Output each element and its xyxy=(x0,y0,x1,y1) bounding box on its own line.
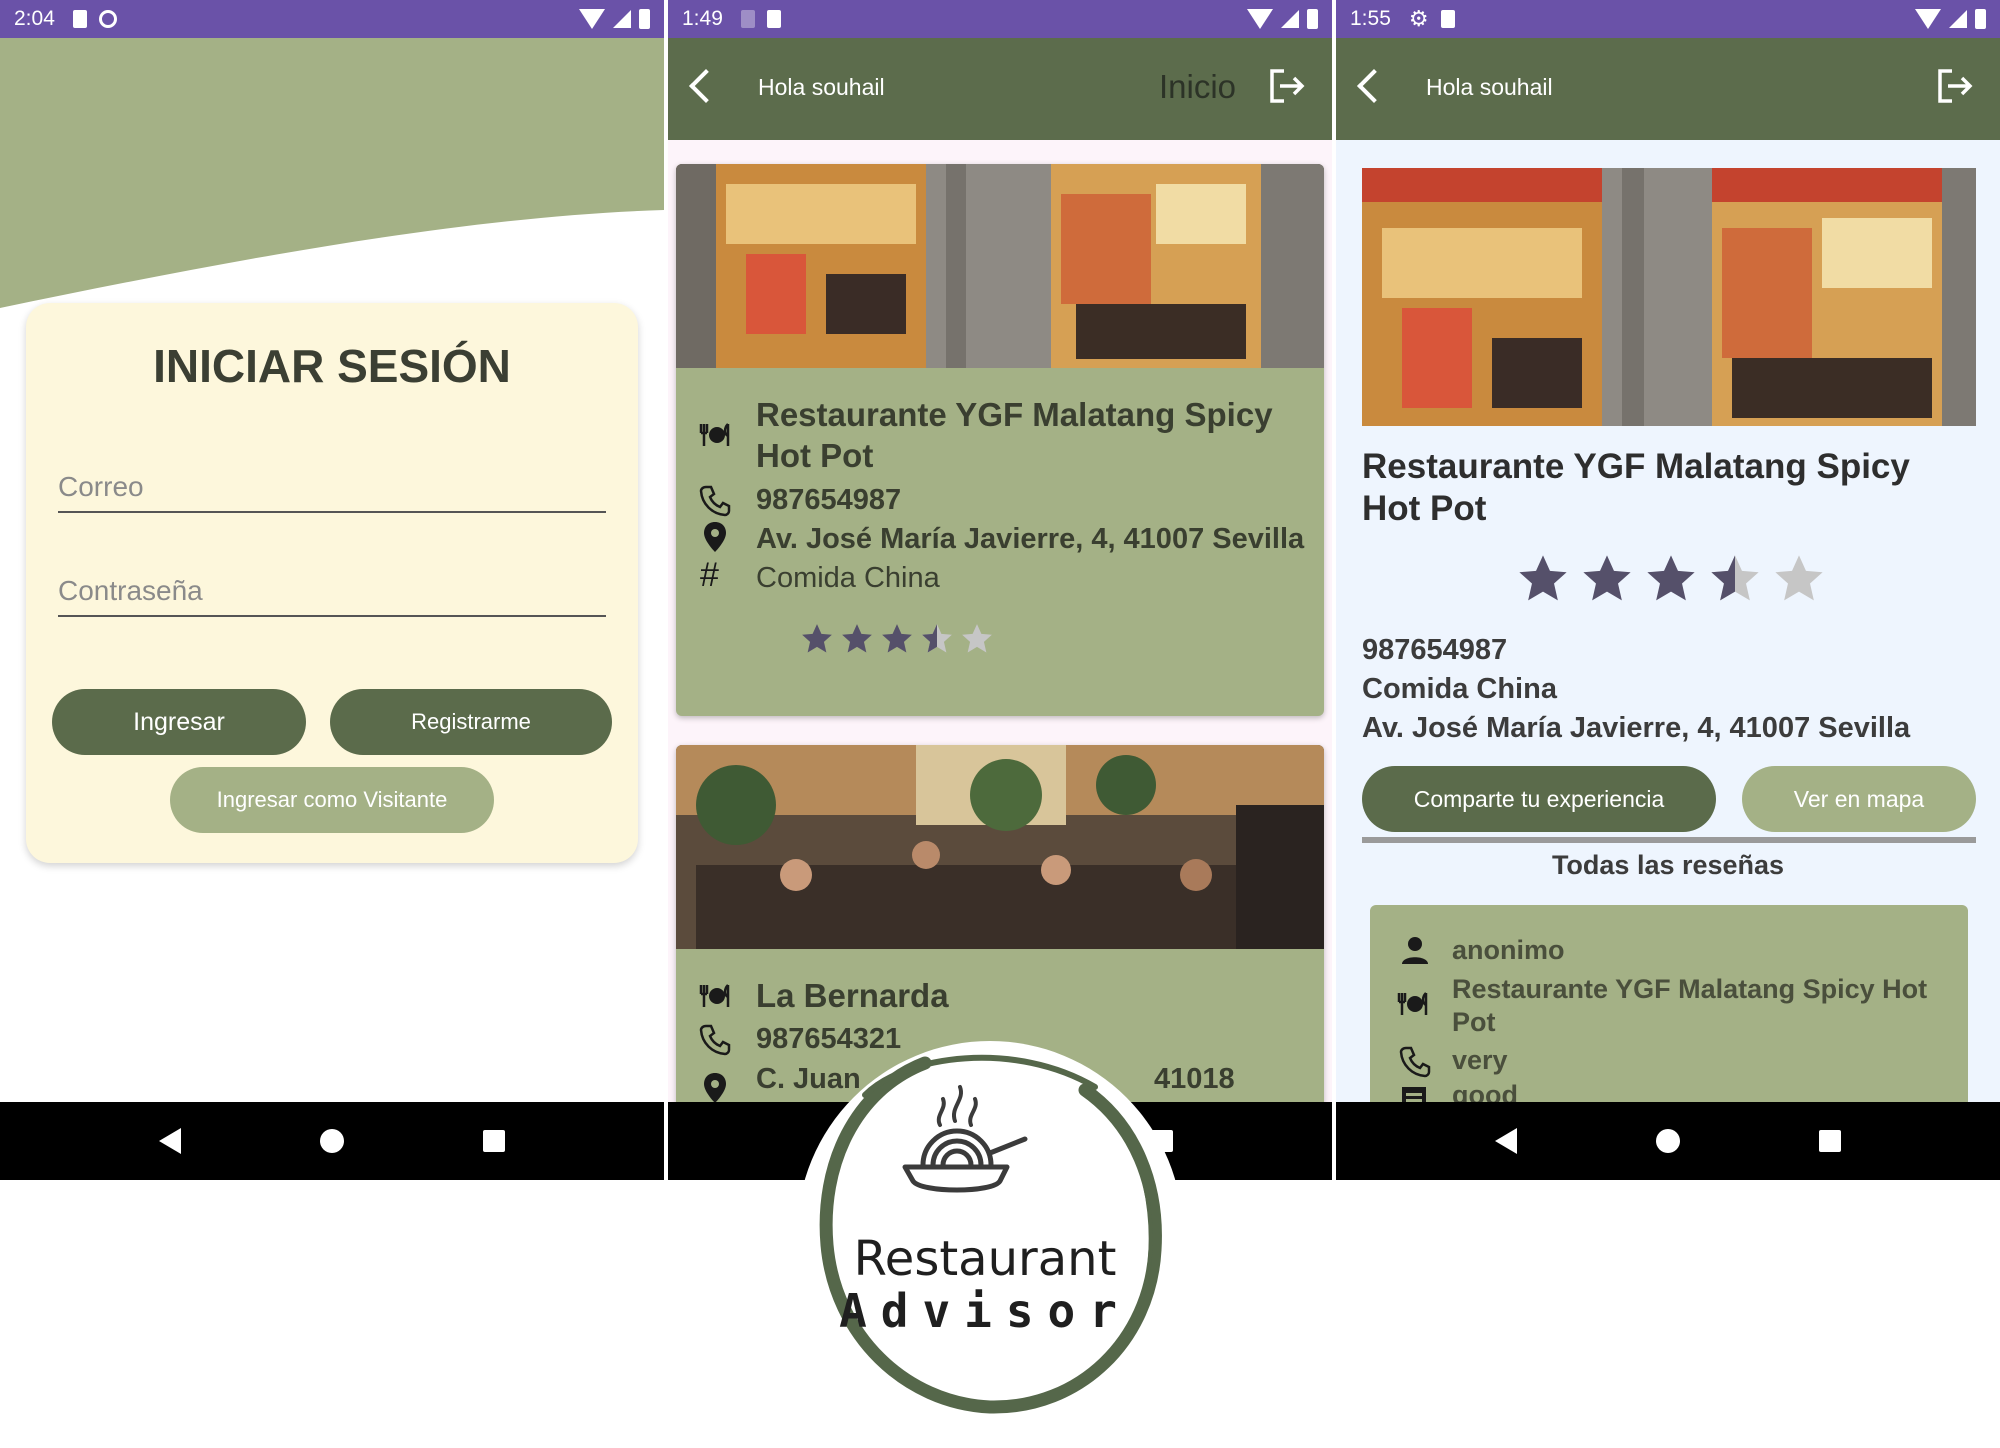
back-arrow-icon[interactable] xyxy=(689,69,723,103)
battery-icon xyxy=(1975,9,1986,29)
review-restaurant: Restaurante YGF Malatang Spicy Hot Pot xyxy=(1452,974,1928,1037)
star-icon xyxy=(882,624,912,653)
star-icon xyxy=(1519,555,1567,601)
restaurant-phone: 987654987 xyxy=(756,484,902,516)
email-field[interactable]: Correo xyxy=(58,463,606,513)
restaurant-phone: 987654987 xyxy=(1362,634,1508,666)
login-screen: 2:04 INICIAR SESIÓN Correo Contraseña In… xyxy=(0,0,664,1180)
share-experience-button[interactable]: Comparte tu experiencia xyxy=(1362,766,1716,832)
sd-card-icon xyxy=(766,10,781,28)
logo-line2: Advisor xyxy=(839,1284,1131,1338)
restaurant-category: Comida China xyxy=(756,562,940,594)
review-text-line1: very xyxy=(1452,1045,1508,1075)
restaurant-photo xyxy=(676,745,1324,949)
restaurant-icon xyxy=(1397,992,1428,1015)
restaurant-name: Restaurante YGF Malatang Spicy Hot Pot xyxy=(756,396,1273,474)
nav-home-icon[interactable] xyxy=(319,1129,344,1153)
nav-back-icon[interactable] xyxy=(159,1128,182,1154)
rating-stars xyxy=(1516,552,1826,606)
sd-card-icon xyxy=(1440,10,1455,28)
register-button[interactable]: Registrarme xyxy=(330,689,612,755)
nav-recents-icon[interactable] xyxy=(482,1130,505,1152)
empty-star-icon xyxy=(1775,555,1823,601)
restaurant-detail-screen: 1:55 ⚙ Hola souhail Restaurante YGF Mala… xyxy=(1336,0,2000,1180)
divider xyxy=(1362,837,1976,843)
restaurant-icon xyxy=(699,984,730,1007)
empty-star-icon xyxy=(962,624,992,653)
status-bar: 1:49 xyxy=(668,0,1332,38)
half-star-icon xyxy=(1711,555,1759,601)
star-icon xyxy=(1647,555,1695,601)
half-star-icon xyxy=(922,624,952,653)
phone-icon xyxy=(699,485,731,517)
battery-icon xyxy=(639,9,650,29)
status-time: 1:55 xyxy=(1350,7,1391,30)
notification-icon xyxy=(740,10,755,28)
header-wave xyxy=(0,38,664,308)
nav-back-icon[interactable] xyxy=(1495,1128,1518,1154)
person-icon xyxy=(1402,937,1428,964)
system-nav-bar xyxy=(1336,1102,2000,1180)
system-nav-bar xyxy=(0,1102,664,1180)
phone-icon xyxy=(1399,1046,1431,1078)
location-pin-icon xyxy=(704,1073,726,1103)
wifi-icon xyxy=(579,9,605,29)
location-pin-icon xyxy=(704,522,726,552)
app-bar: Hola souhail xyxy=(1336,38,2000,140)
sd-card-icon xyxy=(72,10,87,28)
login-card: INICIAR SESIÓN Correo Contraseña Ingresa… xyxy=(26,303,638,863)
restaurant-category: Comida China xyxy=(1362,673,1557,705)
star-icon xyxy=(1583,555,1631,601)
logo-line1: Restaurant xyxy=(854,1231,1117,1287)
restaurant-address: Av. José María Javierre, 4, 41007 Sevill… xyxy=(1362,712,1911,744)
app-bar: Hola souhail Inicio xyxy=(668,38,1332,140)
star-icon xyxy=(842,624,872,653)
guest-login-button[interactable]: Ingresar como Visitante xyxy=(170,767,494,833)
restaurant-address: Av. José María Javierre, 4, 41007 Sevill… xyxy=(756,523,1305,555)
page-title: Inicio xyxy=(1159,68,1237,105)
review-user: anonimo xyxy=(1452,935,1565,965)
wifi-icon xyxy=(1915,9,1941,29)
password-field[interactable]: Contraseña xyxy=(58,567,606,617)
logout-icon[interactable] xyxy=(1268,68,1306,104)
settings-gear-icon: ⚙ xyxy=(1408,6,1429,31)
back-arrow-icon[interactable] xyxy=(1357,69,1391,103)
signal-icon xyxy=(1281,10,1299,28)
status-bar: 2:04 xyxy=(0,0,664,38)
nav-recents-icon[interactable] xyxy=(1818,1130,1841,1152)
wifi-icon xyxy=(1247,9,1273,29)
restaurant-photo xyxy=(1362,168,1976,426)
restaurant-name: Restaurante YGF Malatang Spicy Hot Pot xyxy=(1362,447,1910,528)
login-title: INICIAR SESIÓN xyxy=(153,340,511,392)
nav-home-icon[interactable] xyxy=(1655,1129,1680,1153)
status-time: 2:04 xyxy=(14,7,55,30)
star-icon xyxy=(802,624,832,653)
view-map-button[interactable]: Ver en mapa xyxy=(1742,766,1976,832)
hashtag-icon: # xyxy=(700,556,719,594)
login-button[interactable]: Ingresar xyxy=(52,689,306,755)
logout-icon[interactable] xyxy=(1936,68,1974,104)
restaurant-card[interactable]: Restaurante YGF Malatang Spicy Hot Pot 9… xyxy=(676,164,1324,716)
status-bar: 1:55 ⚙ xyxy=(1336,0,2000,38)
status-time: 1:49 xyxy=(682,7,723,30)
restaurant-advisor-logo: Restaurant Advisor xyxy=(797,1041,1183,1427)
reviews-title: Todas las reseñas xyxy=(1551,850,1785,880)
restaurant-photo xyxy=(676,164,1324,368)
restaurant-icon xyxy=(699,423,730,446)
rating-stars xyxy=(800,622,994,656)
restaurant-name: La Bernarda xyxy=(756,977,949,1014)
greeting-text: Hola souhail xyxy=(1426,74,1553,100)
sync-icon xyxy=(98,10,117,28)
signal-icon xyxy=(613,10,631,28)
home-screen: 1:49 Hola souhail Inicio Restaurante YGF… xyxy=(668,0,1332,1180)
phone-icon xyxy=(699,1024,731,1056)
greeting-text: Hola souhail xyxy=(758,74,885,100)
signal-icon xyxy=(1949,10,1967,28)
battery-icon xyxy=(1307,9,1318,29)
